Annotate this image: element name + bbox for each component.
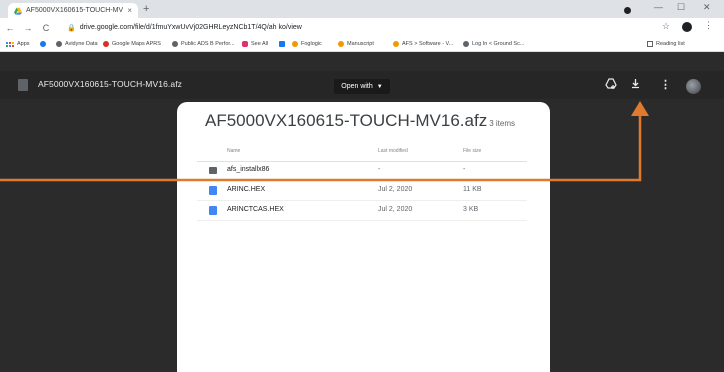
annotation-arrow [0, 101, 649, 182]
